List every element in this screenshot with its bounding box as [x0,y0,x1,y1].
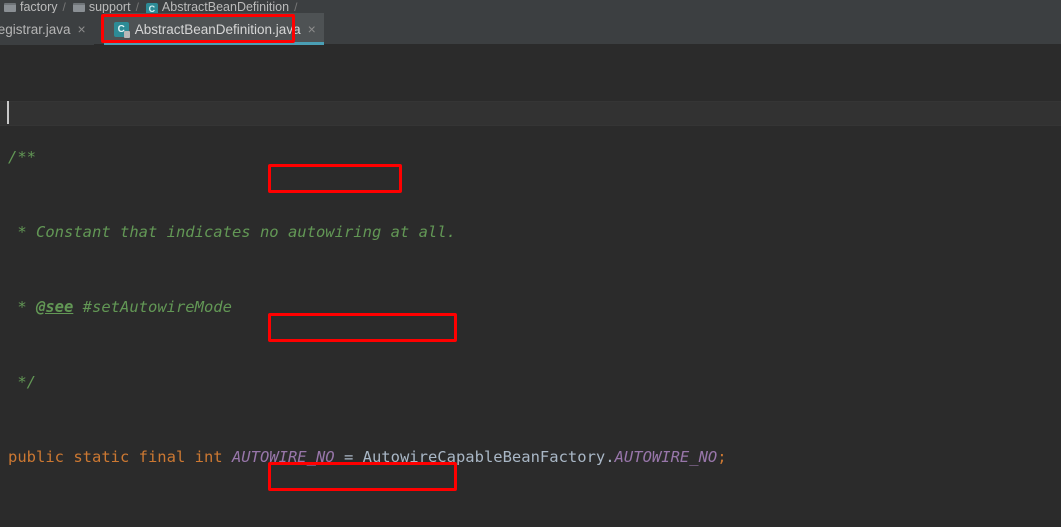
code-line-declaration: public static final int AUTOWIRE_NO = Au… [0,445,1061,470]
class-icon: C [145,2,158,13]
constant-value[interactable]: AUTOWIRE_NO [615,448,718,466]
qualifier[interactable]: AutowireCapableBeanFactory. [363,448,615,466]
breadcrumb-item-class[interactable]: C AbstractBeanDefinition [142,0,291,13]
javadoc-text: * Constant that indicates no autowiring … [8,223,456,241]
code-line: /** [0,145,1061,170]
breadcrumb-item-factory[interactable]: factory [0,0,60,13]
javadoc-star: * [8,298,36,316]
breadcrumb-item-support[interactable]: support [69,0,133,13]
code-line: */ [0,370,1061,395]
caret-indicator [7,101,9,124]
javadoc-see-ref: #setAutowireMode [73,298,232,316]
javadoc-close: */ [8,373,36,391]
folder-icon [4,3,16,12]
code-content: /** * Constant that indicates no autowir… [0,45,1061,527]
code-line: * Constant that indicates no autowiring … [0,220,1061,245]
tab-registrar-java[interactable]: Registrar.java × [0,13,94,45]
code-line: * @see #setAutowireMode [0,295,1061,320]
tab-abstractbeandefinition-java[interactable]: C AbstractBeanDefinition.java × [103,13,324,45]
breadcrumb-separator: / [294,0,298,13]
breadcrumb-separator: / [135,0,139,13]
editor-tab-bar: Registrar.java × C AbstractBeanDefinitio… [0,13,1061,45]
breadcrumb-label: factory [20,0,58,14]
breadcrumb: factory / support / C AbstractBeanDefini… [0,0,1061,13]
constant-name[interactable]: AUTOWIRE_NO [232,448,335,466]
close-icon[interactable]: × [308,22,316,36]
tab-label: Registrar.java [0,21,71,37]
breadcrumb-separator: / [62,0,66,13]
folder-icon [72,3,85,12]
javadoc-open: /** [8,148,36,166]
assign-operator: = [334,448,363,466]
tab-label: AbstractBeanDefinition.java [134,21,301,37]
breadcrumb-label: AbstractBeanDefinition [161,0,290,14]
java-class-icon: C [113,21,130,38]
javadoc-see-tag[interactable]: @see [36,298,73,316]
breadcrumb-label: support [88,0,131,14]
semicolon: ; [717,448,727,466]
code-editor[interactable]: /** * Constant that indicates no autowir… [0,45,1061,527]
modifiers: public static final int [8,448,232,466]
close-icon[interactable]: × [78,22,86,36]
